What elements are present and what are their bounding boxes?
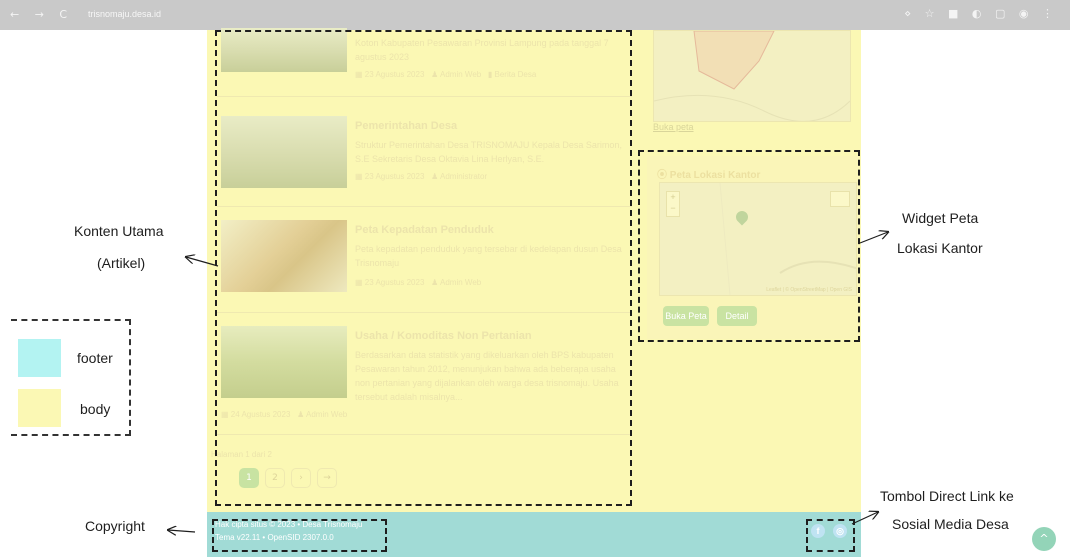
arrow-main-content [186,257,219,267]
arrow-copyright [168,530,196,532]
arrow-map-widget [859,232,888,244]
annotation-arrows [0,0,1070,557]
arrow-social [851,512,878,525]
